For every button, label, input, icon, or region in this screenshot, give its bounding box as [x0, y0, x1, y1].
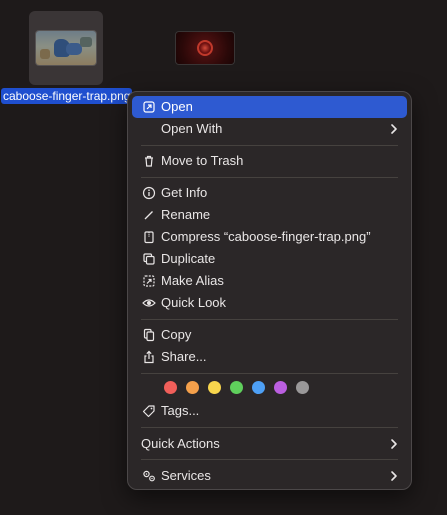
chevron-right-icon — [389, 470, 399, 482]
archive-icon — [142, 230, 156, 244]
menu-item-get-info[interactable]: Get Info — [132, 182, 407, 204]
tag-color-green[interactable] — [230, 381, 243, 394]
menu-separator — [141, 459, 398, 460]
tag-icon — [142, 404, 156, 418]
pencil-icon — [142, 208, 156, 222]
menu-item-label: Open — [161, 99, 193, 114]
menu-separator — [141, 145, 398, 146]
tag-color-orange[interactable] — [186, 381, 199, 394]
image-thumbnail-icon[interactable] — [176, 32, 234, 64]
menu-separator — [141, 319, 398, 320]
menu-item-move-to-trash[interactable]: Move to Trash — [132, 150, 407, 172]
menu-item-quick-actions[interactable]: Quick Actions — [132, 433, 407, 455]
tag-color-yellow[interactable] — [208, 381, 221, 394]
gears-icon — [142, 469, 156, 483]
menu-item-quick-look[interactable]: Quick Look — [132, 292, 407, 314]
menu-item-label: Duplicate — [161, 251, 216, 266]
tag-color-purple[interactable] — [274, 381, 287, 394]
menu-separator — [141, 373, 398, 374]
tag-color-blue[interactable] — [252, 381, 265, 394]
menu-item-label: Services — [161, 468, 211, 483]
menu-separator — [141, 427, 398, 428]
menu-item-label: Move to Trash — [161, 153, 244, 168]
alias-icon — [142, 274, 156, 288]
menu-item-label: Get Info — [161, 185, 208, 200]
menu-item-label: Make Alias — [161, 273, 224, 288]
tag-color-gray[interactable] — [296, 381, 309, 394]
menu-item-open-with[interactable]: Open With — [132, 118, 407, 140]
chevron-right-icon — [389, 438, 399, 450]
menu-item-label: Compress “caboose-finger-trap.png” — [161, 229, 371, 244]
menu-item-make-alias[interactable]: Make Alias — [132, 270, 407, 292]
menu-item-label: Quick Look — [161, 295, 227, 310]
tag-color-red[interactable] — [164, 381, 177, 394]
info-icon — [142, 186, 156, 200]
chevron-right-icon — [389, 123, 399, 135]
menu-item-open[interactable]: Open — [132, 96, 407, 118]
image-thumbnail-icon[interactable] — [36, 31, 96, 65]
duplicate-icon — [142, 252, 156, 266]
context-menu: Open Open With Move to Trash Get Info Re… — [127, 91, 412, 490]
desktop: caboose-finger-trap.png Open Open With M… — [0, 0, 447, 515]
menu-item-label: Tags... — [161, 403, 200, 418]
menu-item-copy[interactable]: Copy — [132, 324, 407, 346]
menu-item-services[interactable]: Services — [132, 465, 407, 487]
menu-item-label: Copy — [161, 327, 192, 342]
menu-separator — [141, 177, 398, 178]
copy-icon — [142, 328, 156, 342]
eye-icon — [142, 296, 156, 310]
menu-item-label: Rename — [161, 207, 211, 222]
menu-item-label: Open With — [161, 121, 223, 136]
menu-item-share[interactable]: Share... — [132, 346, 407, 368]
share-icon — [142, 350, 156, 364]
open-icon — [142, 100, 156, 114]
selected-file-name[interactable]: caboose-finger-trap.png — [1, 88, 133, 104]
menu-item-label: Share... — [161, 349, 207, 364]
trash-icon — [142, 154, 156, 168]
menu-item-tags[interactable]: Tags... — [132, 400, 407, 422]
menu-item-duplicate[interactable]: Duplicate — [132, 248, 407, 270]
menu-item-compress[interactable]: Compress “caboose-finger-trap.png” — [132, 226, 407, 248]
menu-item-label: Quick Actions — [141, 436, 220, 451]
menu-item-rename[interactable]: Rename — [132, 204, 407, 226]
